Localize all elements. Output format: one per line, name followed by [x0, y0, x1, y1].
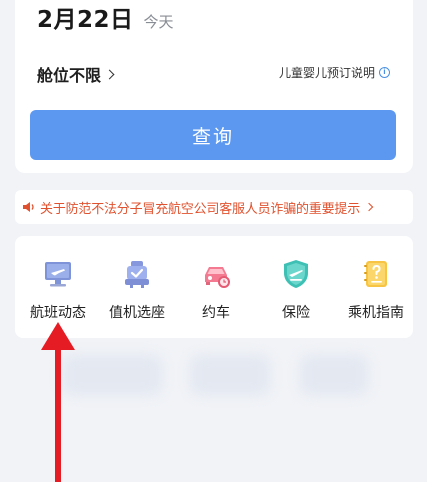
annotation-arrow [41, 322, 75, 482]
